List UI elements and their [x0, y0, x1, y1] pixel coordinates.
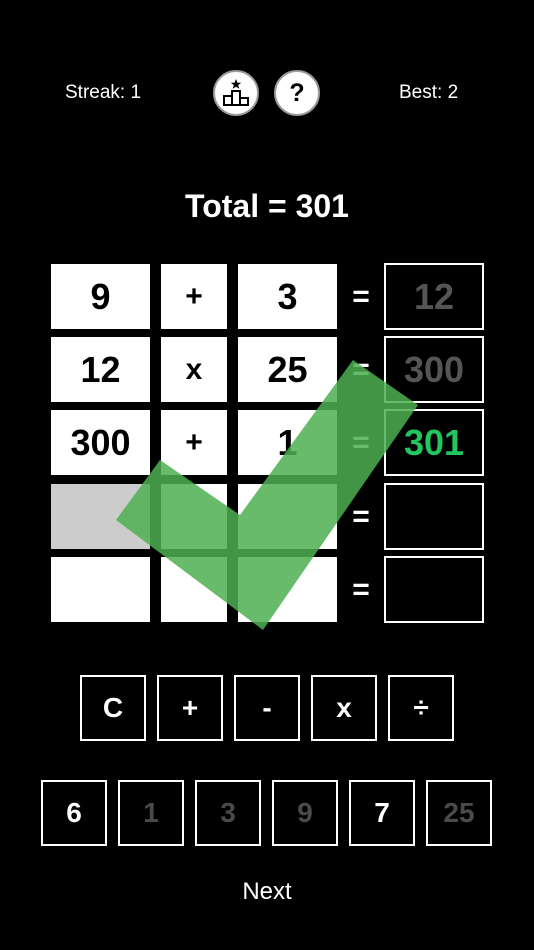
- row-3-operand-a[interactable]: 300: [51, 410, 150, 475]
- number-button-25[interactable]: 25: [426, 780, 492, 846]
- row-2-operator[interactable]: x: [161, 337, 227, 402]
- number-button-1[interactable]: 1: [118, 780, 184, 846]
- row-2-operand-a[interactable]: 12: [51, 337, 150, 402]
- help-button[interactable]: ?: [274, 70, 320, 116]
- row-3-equals: =: [352, 425, 370, 459]
- row-2-operand-b[interactable]: 25: [238, 337, 337, 402]
- row-3-result: 301: [384, 409, 484, 476]
- row-4-operator[interactable]: [161, 484, 227, 549]
- streak-label: Streak: 1: [65, 82, 142, 103]
- row-5-operand-b[interactable]: [238, 557, 337, 622]
- row-4-equals: =: [352, 499, 370, 533]
- next-button[interactable]: Next: [0, 876, 534, 908]
- clear-button[interactable]: C: [80, 675, 146, 741]
- total-title: Total = 301: [185, 188, 349, 224]
- row-5-result: [384, 556, 484, 623]
- row-1-equals: =: [352, 279, 370, 313]
- number-button-3[interactable]: 3: [195, 780, 261, 846]
- leaderboard-button[interactable]: [213, 70, 259, 116]
- row-3-operator[interactable]: +: [161, 410, 227, 475]
- row-5-equals: =: [352, 572, 370, 606]
- row-4-operand-b[interactable]: [238, 484, 337, 549]
- row-1-operator[interactable]: +: [161, 264, 227, 329]
- podium-star-icon: [223, 79, 249, 106]
- help-icon: ?: [289, 78, 305, 107]
- multiply-button[interactable]: x: [311, 675, 377, 741]
- row-1-operand-b[interactable]: 3: [238, 264, 337, 329]
- best-label: Best: 2: [399, 82, 459, 103]
- row-3-operand-b[interactable]: 1: [238, 410, 337, 475]
- plus-button[interactable]: +: [157, 675, 223, 741]
- row-5-operator[interactable]: [161, 557, 227, 622]
- row-2-equals: =: [352, 352, 370, 386]
- row-1-operand-a[interactable]: 9: [51, 264, 150, 329]
- minus-button[interactable]: -: [234, 675, 300, 741]
- row-4-result: [384, 483, 484, 550]
- row-5-operand-a[interactable]: [51, 557, 150, 622]
- number-button-7[interactable]: 7: [349, 780, 415, 846]
- divide-button[interactable]: ÷: [388, 675, 454, 741]
- row-4-operand-a[interactable]: [51, 484, 150, 549]
- row-1-result: 12: [384, 263, 484, 330]
- number-button-6[interactable]: 6: [41, 780, 107, 846]
- row-2-result: 300: [384, 336, 484, 403]
- number-button-9[interactable]: 9: [272, 780, 338, 846]
